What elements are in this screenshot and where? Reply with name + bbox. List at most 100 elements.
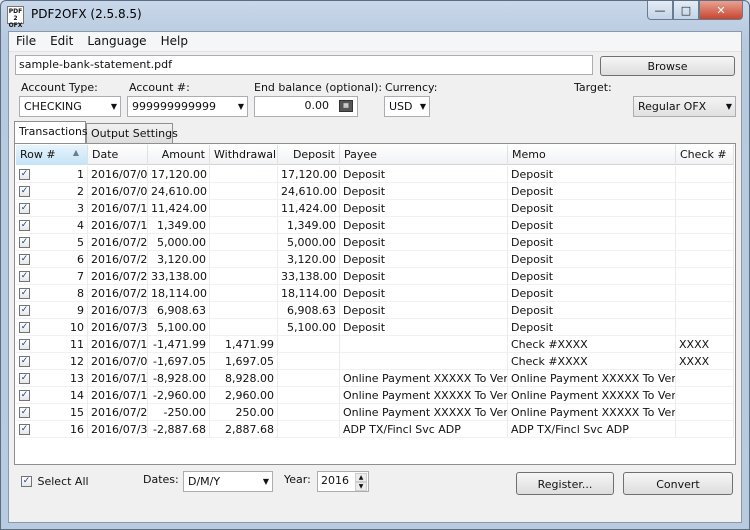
check-cell[interactable] — [676, 166, 734, 183]
withdrawal-cell[interactable] — [210, 268, 278, 285]
column-header-amount[interactable]: Amount — [148, 145, 210, 165]
checkbox-icon[interactable]: ✓ — [19, 220, 30, 231]
table-row[interactable]: ✓22016/07/0924,610.0024,610.00DepositDep… — [16, 183, 734, 200]
deposit-cell[interactable]: 1,349.00 — [278, 217, 340, 234]
row-number-cell[interactable]: ✓ 14 — [16, 387, 88, 404]
deposit-cell[interactable] — [278, 387, 340, 404]
payee-cell[interactable] — [340, 353, 508, 370]
withdrawal-cell[interactable]: 250.00 — [210, 404, 278, 421]
payee-cell[interactable]: Deposit — [340, 319, 508, 336]
date-cell[interactable]: 2016/07/25 — [88, 404, 148, 421]
amount-cell[interactable]: -1,471.99 — [148, 336, 210, 353]
table-row[interactable]: ✓ 11 2016/07/14-1,471.991,471.99 Check #XXX… — [16, 336, 734, 353]
deposit-cell[interactable] — [278, 421, 340, 438]
payee-cell[interactable]: Deposit — [340, 217, 508, 234]
table-row[interactable]: ✓62016/07/213,120.003,120.00DepositDepos… — [16, 251, 734, 268]
date-cell[interactable]: 2016/07/14 — [88, 336, 148, 353]
withdrawal-cell[interactable]: 1,471.99 — [210, 336, 278, 353]
table-row[interactable]: ✓102016/07/305,100.005,100.00DepositDepo… — [16, 319, 734, 336]
checkbox-icon[interactable]: ✓ — [19, 288, 30, 299]
date-cell[interactable]: 2016/07/30 — [88, 302, 148, 319]
currency-select[interactable]: USD ▼ — [384, 96, 430, 117]
spin-up-icon[interactable]: ▲ — [355, 473, 367, 482]
payee-cell[interactable]: Deposit — [340, 166, 508, 183]
table-row[interactable]: ✓ 14 2016/07/11-2,960.002,960.00 Online Pay… — [16, 387, 734, 404]
deposit-cell[interactable]: 6,908.63 — [278, 302, 340, 319]
payee-cell[interactable]: Online Payment XXXXX To Vendor — [340, 370, 508, 387]
menu-help[interactable]: Help — [154, 32, 195, 51]
checkbox-icon[interactable]: ✓ — [21, 476, 32, 487]
withdrawal-cell[interactable] — [210, 302, 278, 319]
memo-cell[interactable]: Deposit — [508, 268, 676, 285]
row-number-cell[interactable]: ✓ 7 — [16, 268, 88, 285]
date-cell[interactable]: 2016/07/21 — [88, 251, 148, 268]
date-cell[interactable]: 2016/07/14 — [88, 200, 148, 217]
amount-cell[interactable]: -8,928.00 — [148, 370, 210, 387]
withdrawal-cell[interactable]: 2,887.68 — [210, 421, 278, 438]
column-header-date[interactable]: Date — [88, 145, 148, 165]
withdrawal-cell[interactable] — [210, 319, 278, 336]
date-cell[interactable]: 2016/07/11 — [88, 370, 148, 387]
amount-cell[interactable]: 11,424.00 — [148, 200, 210, 217]
memo-cell[interactable]: Deposit — [508, 234, 676, 251]
check-cell[interactable] — [676, 251, 734, 268]
date-cell[interactable]: 2016/07/08 — [88, 353, 148, 370]
account-number-select[interactable]: 999999999999 ▼ — [127, 96, 248, 117]
column-header-deposit[interactable]: Deposit — [278, 145, 340, 165]
check-cell[interactable] — [676, 285, 734, 302]
menu-language[interactable]: Language — [80, 32, 153, 51]
column-header-row[interactable]: Row # ▲ — [16, 145, 88, 165]
tab-output-settings[interactable]: Output Settings — [86, 123, 178, 144]
amount-cell[interactable]: 6,908.63 — [148, 302, 210, 319]
deposit-cell[interactable] — [278, 336, 340, 353]
deposit-cell[interactable]: 5,100.00 — [278, 319, 340, 336]
deposit-cell[interactable]: 3,120.00 — [278, 251, 340, 268]
file-path-input[interactable]: sample-bank-statement.pdf — [15, 55, 593, 75]
date-cell[interactable]: 2016/07/02 — [88, 166, 148, 183]
withdrawal-cell[interactable] — [210, 217, 278, 234]
withdrawal-cell[interactable] — [210, 166, 278, 183]
amount-cell[interactable]: 24,610.00 — [148, 183, 210, 200]
row-number-cell[interactable]: ✓ 3 — [16, 200, 88, 217]
check-cell[interactable] — [676, 421, 734, 438]
account-type-select[interactable]: CHECKING ▼ — [19, 96, 121, 117]
check-cell[interactable] — [676, 404, 734, 421]
dates-format-select[interactable]: D/M/Y ▼ — [183, 471, 273, 492]
year-spinner[interactable]: 2016 ▲ ▼ — [317, 471, 369, 492]
checkbox-icon[interactable]: ✓ — [19, 407, 30, 418]
check-cell[interactable] — [676, 217, 734, 234]
checkbox-icon[interactable]: ✓ — [19, 356, 30, 367]
checkbox-icon[interactable]: ✓ — [19, 203, 30, 214]
row-number-cell[interactable]: ✓ 8 — [16, 285, 88, 302]
checkbox-icon[interactable]: ✓ — [19, 339, 30, 350]
row-number-cell[interactable]: ✓ 4 — [16, 217, 88, 234]
target-select[interactable]: Regular OFX ▼ — [633, 96, 736, 117]
memo-cell[interactable]: Online Payment XXXXX To Vendor — [508, 387, 676, 404]
withdrawal-cell[interactable]: 8,928.00 — [210, 370, 278, 387]
deposit-cell[interactable] — [278, 353, 340, 370]
memo-cell[interactable]: Deposit — [508, 166, 676, 183]
check-cell[interactable]: XXXX — [676, 336, 734, 353]
menu-edit[interactable]: Edit — [43, 32, 80, 51]
payee-cell[interactable]: Deposit — [340, 285, 508, 302]
checkbox-icon[interactable]: ✓ — [19, 237, 30, 248]
row-number-cell[interactable]: ✓ 1 — [16, 166, 88, 183]
table-row[interactable]: ✓82016/07/2818,114.0018,114.00DepositDep… — [16, 285, 734, 302]
row-number-cell[interactable]: ✓ 6 — [16, 251, 88, 268]
amount-cell[interactable]: -1,697.05 — [148, 353, 210, 370]
date-cell[interactable]: 2016/07/11 — [88, 387, 148, 404]
spin-down-icon[interactable]: ▼ — [355, 482, 367, 491]
select-all-checkbox[interactable]: ✓ Select All — [21, 475, 89, 488]
date-cell[interactable]: 2016/07/15 — [88, 217, 148, 234]
table-row[interactable]: ✓52016/07/215,000.005,000.00DepositDepos… — [16, 234, 734, 251]
check-cell[interactable] — [676, 234, 734, 251]
check-cell[interactable] — [676, 183, 734, 200]
checkbox-icon[interactable]: ✓ — [19, 390, 30, 401]
row-number-cell[interactable]: ✓ 11 — [16, 336, 88, 353]
withdrawal-cell[interactable] — [210, 251, 278, 268]
amount-cell[interactable]: 5,000.00 — [148, 234, 210, 251]
minimize-button[interactable]: — — [647, 1, 673, 20]
tab-transactions[interactable]: Transactions — [14, 121, 88, 143]
menu-file[interactable]: File — [9, 32, 43, 51]
checkbox-icon[interactable]: ✓ — [19, 305, 30, 316]
